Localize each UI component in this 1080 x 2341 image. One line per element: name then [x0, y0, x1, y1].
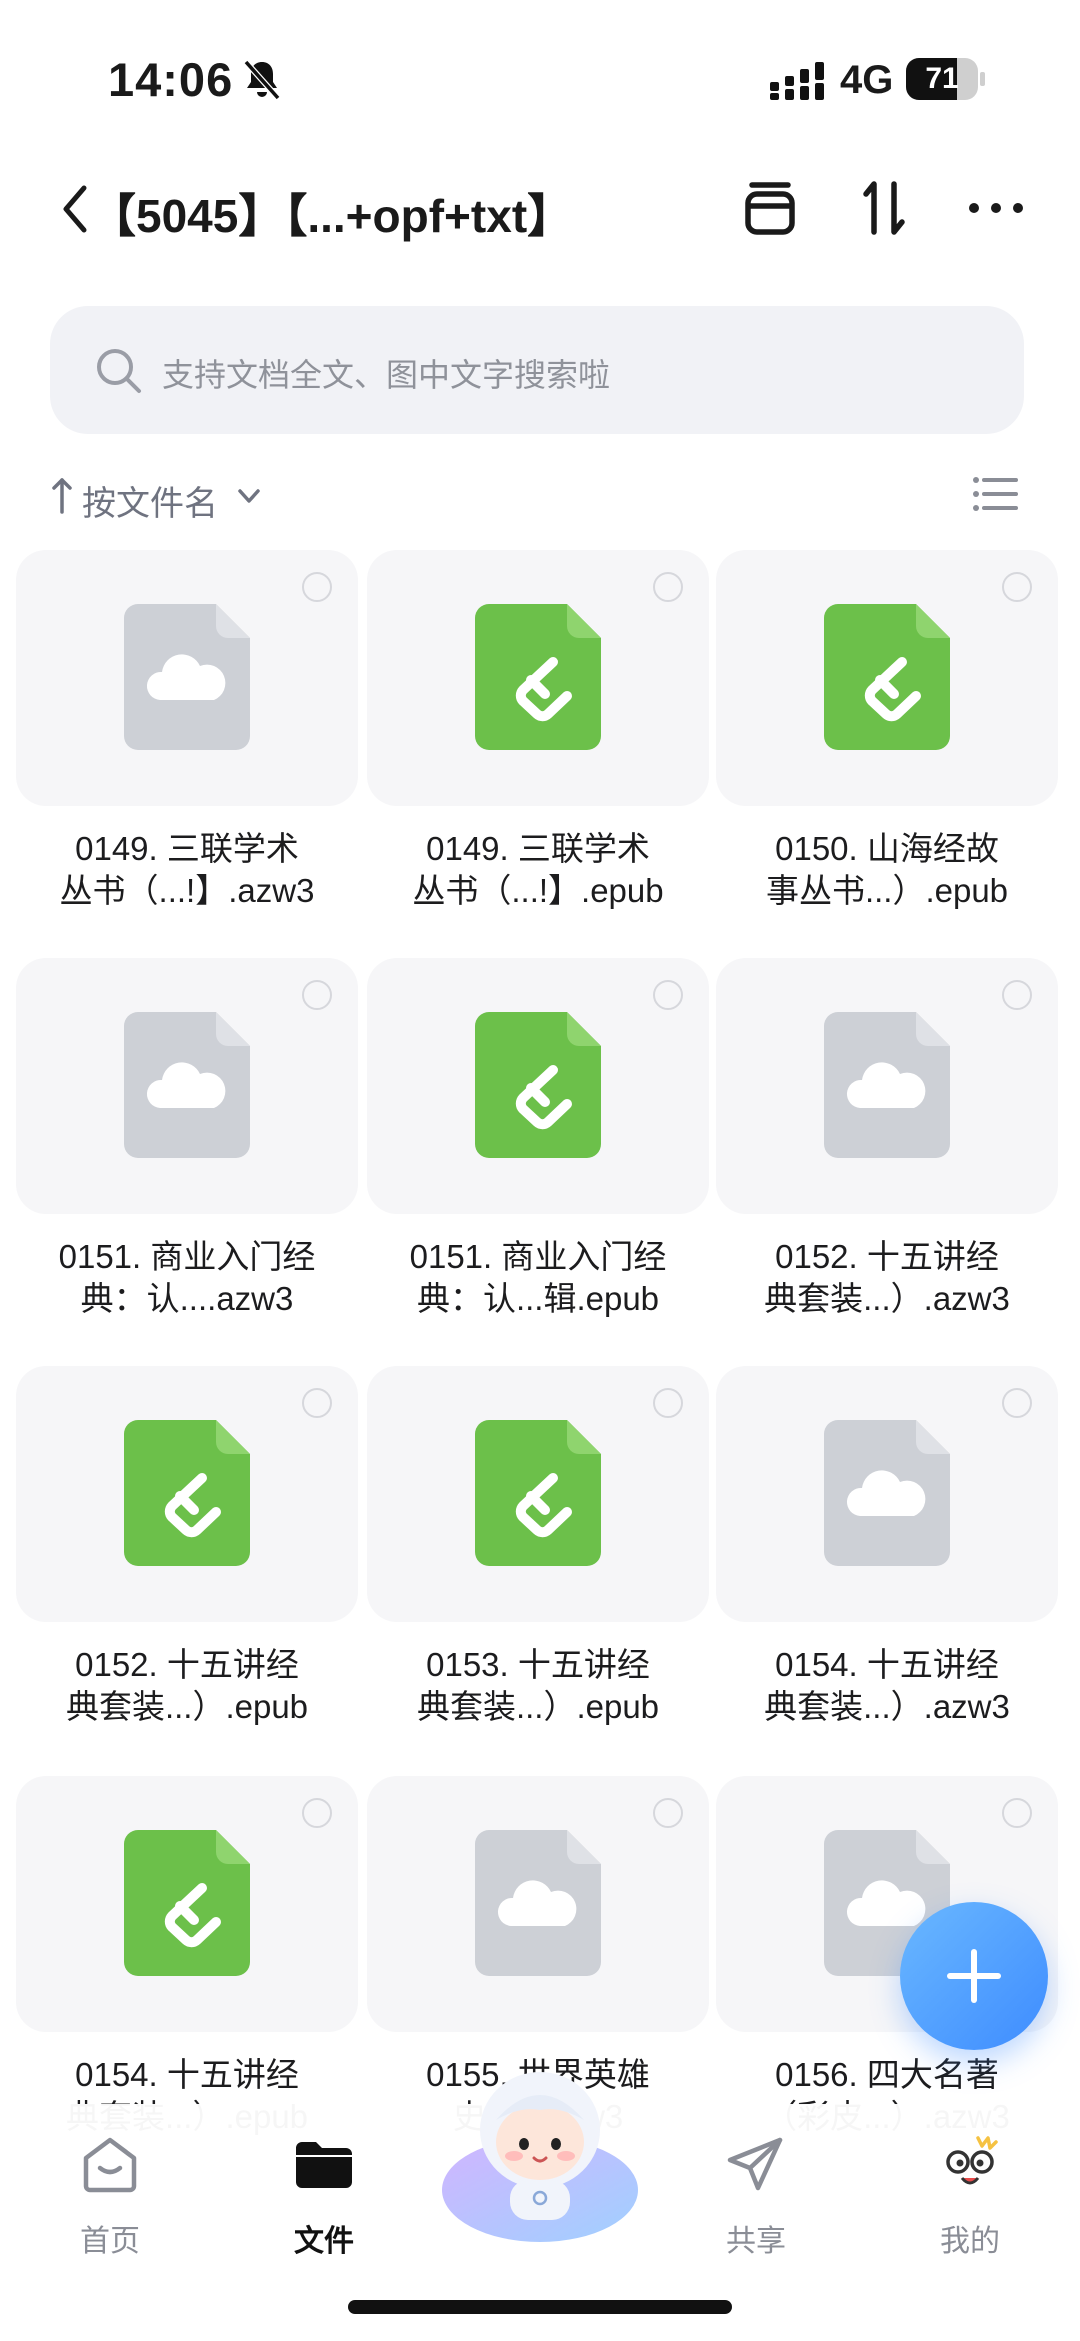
epub-file-icon [475, 604, 601, 750]
nav-home[interactable]: 首页 [40, 2118, 180, 2268]
file-name-line2: 典套装...）.azw3 [764, 1688, 1010, 1725]
file-name: 0152. 十五讲经 典套装...）.azw3 [716, 1236, 1058, 1320]
cloud-file-icon [824, 1012, 950, 1158]
file-item[interactable]: 0151. 商业入门经 典：认...辑.epub [367, 958, 709, 1358]
file-name-line1: 0152. 十五讲经 [75, 1646, 299, 1683]
file-name: 0154. 十五讲经 典套装...）.azw3 [716, 1644, 1058, 1728]
file-name-line1: 0152. 十五讲经 [775, 1238, 999, 1275]
file-name-line1: 0151. 商业入门经 [409, 1238, 667, 1275]
file-name-line1: 0150. 山海经故 [775, 830, 999, 867]
file-name: 0150. 山海经故 事丛书...）.epub [716, 828, 1058, 912]
file-name-line1: 0154. 十五讲经 [775, 1646, 999, 1683]
file-item[interactable]: 0153. 十五讲经 典套装...）.epub [367, 1366, 709, 1766]
file-name: 0151. 商业入门经 典：认...辑.epub [367, 1236, 709, 1320]
file-item[interactable]: 0154. 十五讲经 典套装...）.azw3 [716, 1366, 1058, 1766]
nav-files[interactable]: 文件 [254, 2118, 394, 2268]
file-name: 0149. 三联学术 丛书（...!】.azw3 [16, 828, 358, 912]
paper-plane-icon [727, 2137, 783, 2191]
epub-file-icon [475, 1012, 601, 1158]
cloud-file-icon [824, 1420, 950, 1566]
file-name-line2: 丛书（...!】.azw3 [59, 872, 315, 909]
select-checkbox[interactable] [1002, 1798, 1032, 1828]
file-name-line2: 典套装...）.epub [65, 1688, 309, 1725]
select-checkbox[interactable] [1002, 572, 1032, 602]
file-name: 0149. 三联学术 丛书（...!】.epub [367, 828, 709, 912]
file-name-line2: 典：认....azw3 [80, 1280, 294, 1317]
file-name: 0151. 商业入门经 典：认....azw3 [16, 1236, 358, 1320]
file-name-line1: 0153. 十五讲经 [426, 1646, 650, 1683]
file-thumbnail-card[interactable] [367, 958, 709, 1214]
select-checkbox[interactable] [302, 980, 332, 1010]
home-indicator [348, 2300, 732, 2314]
file-item[interactable]: 0149. 三联学术 丛书（...!】.azw3 [16, 550, 358, 950]
select-checkbox[interactable] [653, 1388, 683, 1418]
file-name: 0152. 十五讲经 典套装...）.epub [16, 1644, 358, 1728]
nav-share[interactable]: 共享 [686, 2118, 826, 2268]
file-item[interactable]: 0152. 十五讲经 典套装...）.epub [16, 1366, 358, 1766]
epub-file-icon [824, 604, 950, 750]
file-item[interactable]: 0152. 十五讲经 典套装...）.azw3 [716, 958, 1058, 1358]
nav-mine[interactable]: 我的 [900, 2118, 1040, 2268]
file-name-line2: 事丛书...）.epub [765, 872, 1009, 909]
file-thumbnail-card[interactable] [716, 1366, 1058, 1622]
file-item[interactable]: 0151. 商业入门经 典：认....azw3 [16, 958, 358, 1358]
file-name-line1: 0154. 十五讲经 [75, 2056, 299, 2093]
profile-face-icon [946, 2136, 998, 2185]
epub-file-icon [475, 1420, 601, 1566]
file-thumbnail-card[interactable] [16, 1776, 358, 2032]
folder-icon [296, 2142, 352, 2188]
file-item[interactable]: 0149. 三联学术 丛书（...!】.epub [367, 550, 709, 950]
epub-file-icon [124, 1830, 250, 1976]
file-thumbnail-card[interactable] [367, 550, 709, 806]
file-thumbnail-card[interactable] [16, 1366, 358, 1622]
file-item[interactable]: 0150. 山海经故 事丛书...）.epub [716, 550, 1058, 950]
select-checkbox[interactable] [1002, 1388, 1032, 1418]
file-name-line1: 0151. 商业入门经 [58, 1238, 316, 1275]
file-name-line1: 0149. 三联学术 [426, 830, 650, 867]
file-name-line2: 典：认...辑.epub [416, 1280, 660, 1317]
file-thumbnail-card[interactable] [367, 1366, 709, 1622]
file-name-line1: 0149. 三联学术 [75, 830, 299, 867]
select-checkbox[interactable] [302, 572, 332, 602]
cloud-file-icon [124, 1012, 250, 1158]
nav-home-label: 首页 [80, 2225, 140, 2258]
file-name-line2: 典套装...）.epub [416, 1688, 660, 1725]
mascot-assistant-icon[interactable] [440, 2060, 640, 2248]
file-name-line1: 0156. 四大名著 [775, 2056, 999, 2093]
select-checkbox[interactable] [653, 980, 683, 1010]
nav-share-label: 共享 [726, 2225, 786, 2258]
cloud-file-icon [124, 604, 250, 750]
file-thumbnail-card[interactable] [16, 958, 358, 1214]
home-icon [83, 2137, 137, 2193]
file-name-line2: 典套装...）.azw3 [764, 1280, 1010, 1317]
file-name: 0153. 十五讲经 典套装...）.epub [367, 1644, 709, 1728]
select-checkbox[interactable] [302, 1388, 332, 1418]
nav-files-label: 文件 [294, 2225, 354, 2258]
epub-file-icon [124, 1420, 250, 1566]
plus-icon [947, 1949, 1001, 2003]
select-checkbox[interactable] [653, 1798, 683, 1828]
add-button[interactable] [900, 1902, 1048, 2050]
file-thumbnail-card[interactable] [716, 958, 1058, 1214]
file-thumbnail-card[interactable] [367, 1776, 709, 2032]
file-thumbnail-card[interactable] [716, 550, 1058, 806]
select-checkbox[interactable] [302, 1798, 332, 1828]
file-name-line2: 丛书（...!】.epub [412, 872, 664, 909]
file-thumbnail-card[interactable] [16, 550, 358, 806]
cloud-file-icon [475, 1830, 601, 1976]
select-checkbox[interactable] [1002, 980, 1032, 1010]
select-checkbox[interactable] [653, 572, 683, 602]
nav-mine-label: 我的 [940, 2225, 1000, 2258]
